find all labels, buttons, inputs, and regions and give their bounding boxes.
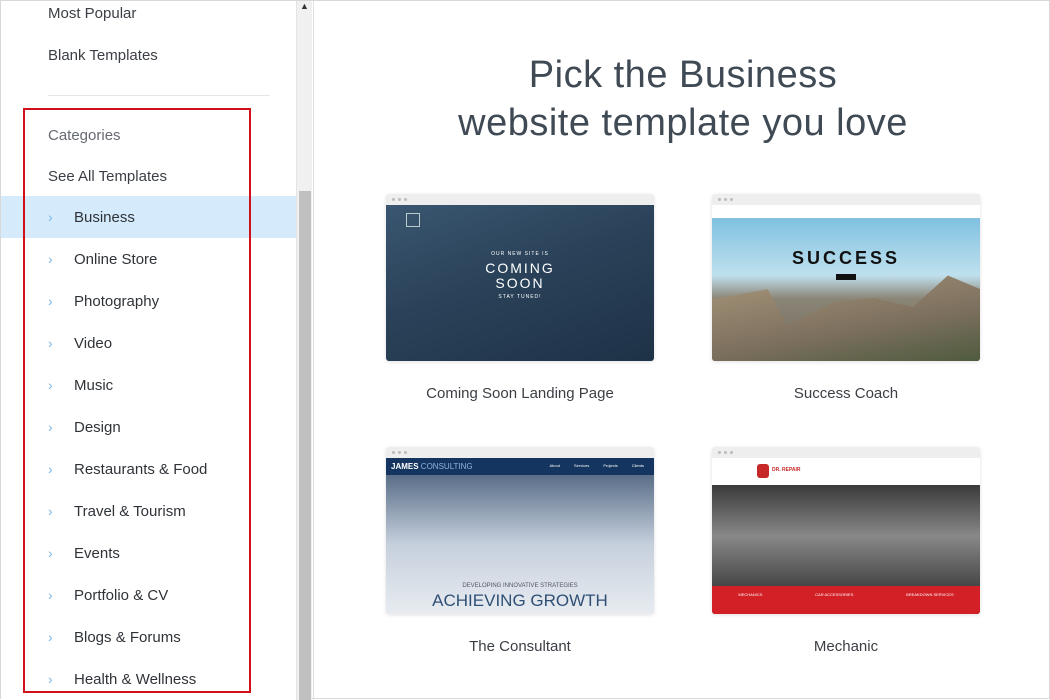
template-name[interactable]: The Consultant [386,638,654,655]
preview-nav-item: Projects [603,463,618,468]
preview-brand: DR. REPAIR [772,467,801,473]
preview-button [836,274,856,280]
chevron-right-icon: › [48,629,53,645]
sidebar-item-label: Events [74,544,120,562]
chevron-right-icon: › [48,335,53,351]
sidebar-item-design[interactable]: › Design [1,406,296,448]
template-card-coming-soon[interactable]: OUR NEW SITE IS COMING SOON STAY TUNED! C… [386,194,654,402]
preview-brand: JAMES CONSULTING [391,462,473,471]
sidebar-item-label: Design [74,418,121,436]
preview-nav-item: Clients [631,463,644,468]
preview-headline: SUCCESS [791,248,901,268]
sidebar-item-label: Blogs & Forums [74,628,181,646]
template-preview[interactable]: SUCCESS [712,194,980,361]
template-name[interactable]: Mechanic [712,638,980,655]
sidebar-item-blank-templates[interactable]: Blank Templates [48,47,158,64]
sidebar-item-restaurants-food[interactable]: › Restaurants & Food [1,448,296,490]
sidebar-item-label: Photography [74,292,160,310]
sidebar-item-see-all[interactable]: See All Templates [48,168,167,185]
chevron-right-icon: › [48,377,53,393]
sidebar-item-video[interactable]: › Video [1,322,296,364]
preview-column-title: BREAKDOWN SERVICES [906,592,954,597]
page-title: Pick the Business website template you l… [314,51,1050,147]
chevron-right-icon: › [48,503,53,519]
title-line-1: Pick the Business [528,54,838,96]
template-preview[interactable]: DR. REPAIR MECHANICS CAR ACCESSORIES BREAK… [712,447,980,614]
chevron-right-icon: › [48,293,53,309]
sidebar-item-label: Restaurants & Food [74,460,208,478]
template-card-success-coach[interactable]: SUCCESS Success Coach [712,194,980,402]
chevron-right-icon: › [48,461,53,477]
sidebar-item-label: Portfolio & CV [74,586,169,604]
template-name[interactable]: Coming Soon Landing Page [386,385,654,402]
preview-text: DEVELOPING INNOVATIVE STRATEGIES [462,583,578,589]
preview-column-title: CAR ACCESSORIES [815,592,854,597]
preview-nav-item: Services [573,463,590,468]
sidebar-item-online-store[interactable]: › Online Store [1,238,296,280]
template-preview[interactable]: JAMES CONSULTING About Services Projects Cl… [386,447,654,614]
shield-logo-icon [757,464,769,478]
scroll-up-arrow-icon[interactable]: ▲ [300,1,309,11]
chevron-right-icon: › [48,545,53,561]
logo-icon [406,213,420,227]
preview-headline: COMING SOON [485,260,555,291]
sidebar-item-business[interactable]: › Business [1,196,296,238]
preview-column-title: MECHANICS [738,592,763,597]
sidebar-item-label: Music [74,376,114,394]
chevron-right-icon: › [48,587,53,603]
template-preview[interactable]: OUR NEW SITE IS COMING SOON STAY TUNED! [386,194,654,361]
main-content: Pick the Business website template you l… [313,1,1049,698]
chevron-right-icon: › [48,209,53,225]
sidebar-item-label: Business [74,208,135,226]
sidebar: Most Popular Blank Templates Categories … [1,1,296,700]
title-line-2: website template you love [458,102,908,144]
sidebar-item-label: Online Store [74,250,158,268]
sidebar-item-music[interactable]: › Music [1,364,296,406]
scrollbar[interactable]: ▲ [296,1,312,700]
template-name[interactable]: Success Coach [712,385,980,402]
preview-nav-item: About [549,463,560,468]
scrollbar-thumb[interactable] [299,191,311,700]
template-card-mechanic[interactable]: DR. REPAIR MECHANICS CAR ACCESSORIES BREAK… [712,447,980,655]
preview-text: OUR NEW SITE IS [491,251,549,257]
sidebar-item-health-wellness[interactable]: › Health & Wellness [1,658,296,700]
mountain-image [712,275,980,361]
preview-text: STAY TUNED! [498,294,542,300]
chevron-right-icon: › [48,419,53,435]
categories-heading: Categories [48,127,121,144]
template-card-consultant[interactable]: JAMES CONSULTING About Services Projects Cl… [386,447,654,655]
divider [48,95,270,96]
sidebar-item-label: Video [74,334,113,352]
sidebar-item-portfolio-cv[interactable]: › Portfolio & CV [1,574,296,616]
sidebar-item-events[interactable]: › Events [1,532,296,574]
preview-headline: ACHIEVING GROWTH [432,591,608,610]
sidebar-item-photography[interactable]: › Photography [1,280,296,322]
sidebar-item-label: Health & Wellness [74,670,197,688]
sidebar-item-travel-tourism[interactable]: › Travel & Tourism [1,490,296,532]
sidebar-item-label: Travel & Tourism [74,502,186,520]
sidebar-item-most-popular[interactable]: Most Popular [48,5,136,22]
sidebar-item-blogs-forums[interactable]: › Blogs & Forums [1,616,296,658]
chevron-right-icon: › [48,251,53,267]
chevron-right-icon: › [48,671,53,687]
